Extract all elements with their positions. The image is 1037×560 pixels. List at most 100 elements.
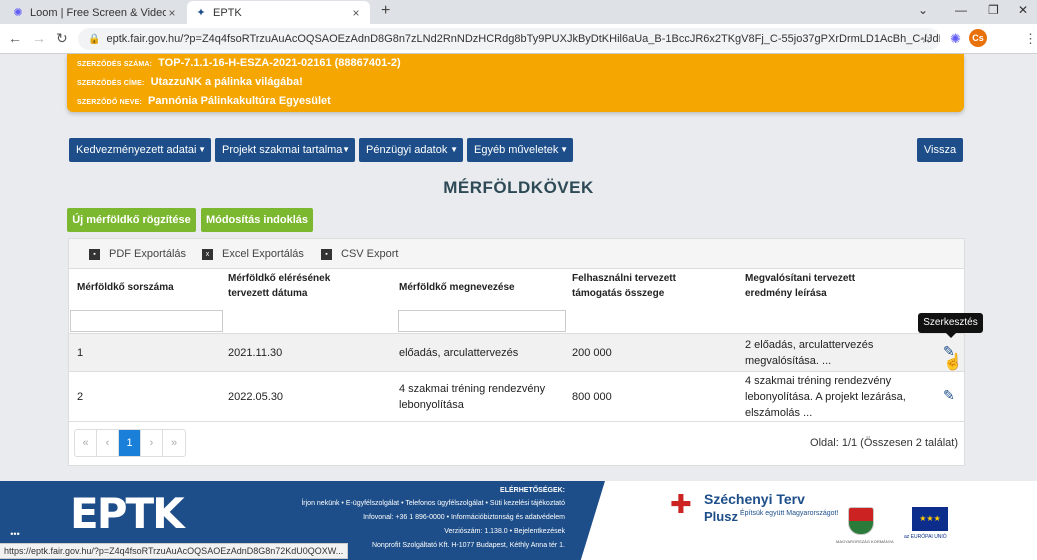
caret-down-icon: ▼: [560, 145, 568, 154]
status-url-bar: https://eptk.fair.gov.hu/?p=Z4q4fsoRTrzu…: [0, 543, 349, 559]
contact-links-1[interactable]: Írjon nekünk • E-ügyfélszolgálat • Telef…: [301, 500, 565, 507]
column-header-description[interactable]: Megvalósítani tervezett eredmény leírása: [745, 271, 895, 301]
excel-export-button[interactable]: x Excel Exportálás: [202, 248, 304, 260]
szechenyi-title: Széchenyi Terv: [704, 491, 805, 507]
column-header-date[interactable]: Mérföldkő elérésének tervezett dátuma: [228, 271, 358, 301]
column-header-number[interactable]: Mérföldkő sorszáma: [77, 280, 217, 295]
szechenyi-cross-icon: ✚: [670, 489, 692, 519]
contact-title: ELÉRHETŐSÉGEK:: [500, 487, 565, 494]
menu-dots-icon[interactable]: ⋮: [1024, 31, 1037, 47]
restore-icon[interactable]: ❐: [988, 3, 999, 17]
browser-toolbar: ← → ↻ 🔒 eptk.fair.gov.hu/?p=Z4q4fsoRTrzu…: [0, 24, 1037, 54]
milestones-table-panel: ▪ PDF Exportálás x Excel Exportálás ▪ CSV E…: [68, 238, 965, 466]
pdf-icon: ▪: [89, 248, 100, 260]
new-milestone-button[interactable]: Új mérföldkő rögzítése: [67, 208, 196, 232]
pdf-export-label: PDF Exportálás: [109, 248, 187, 260]
menu-project-content[interactable]: Projekt szakmai tartalma ▼: [215, 138, 355, 162]
prev-page-button[interactable]: ‹: [97, 430, 119, 456]
caret-down-icon: ▼: [342, 145, 350, 154]
justify-change-button[interactable]: Módosítás indoklás: [201, 208, 313, 232]
cell-date: 2021.11.30: [228, 347, 283, 359]
menu-other-actions[interactable]: Egyéb műveletek ▼: [467, 138, 573, 162]
contract-party: Pannónia Pálinkakultúra Egyesület: [148, 95, 331, 107]
menu-label: Egyéb műveletek: [474, 144, 559, 156]
csv-export-label: CSV Export: [341, 248, 399, 260]
szechenyi-plus: Plusz: [704, 509, 738, 524]
contact-links-2[interactable]: Infovonal: +36 1 896-0000 • Információbi…: [363, 514, 565, 521]
last-page-button[interactable]: »: [163, 430, 185, 456]
hungary-crest-icon: [848, 507, 874, 535]
tab-loom[interactable]: ✺ Loom | Free Screen & Video Reco ×: [4, 1, 186, 24]
cell-number: 2: [77, 391, 84, 403]
pdf-export-button[interactable]: ▪ PDF Exportálás: [89, 248, 186, 260]
loom-extension-icon[interactable]: ✺: [950, 31, 961, 47]
contact-links-3[interactable]: Verziószám: 1.138.0 • Bejelentkezések: [444, 528, 565, 535]
eu-flag-icon: ★★★: [912, 507, 948, 531]
cell-description: 2 előadás, arculattervezés megvalósítása…: [745, 339, 874, 367]
contract-header: SZERZŐDÉS SZÁMA: TOP-7.1.1-16-H-ESZA-202…: [67, 54, 964, 112]
contract-number: TOP-7.1.1-16-H-ESZA-2021-02161 (88867401…: [158, 57, 401, 69]
menu-label: Kedvezményezett adatai: [76, 144, 197, 156]
address-bar[interactable]: 🔒 eptk.fair.gov.hu/?p=Z4q4fsoRTrzuAuAcOQ…: [78, 28, 940, 50]
caret-down-icon: ▼: [198, 145, 206, 154]
first-page-button[interactable]: «: [75, 430, 97, 456]
menu-financial-data[interactable]: Pénzügyi adatok ▼: [359, 138, 463, 162]
lock-icon: 🔒: [88, 33, 101, 45]
company-address: Nonprofit Szolgáltató Kft. H-1077 Budape…: [371, 542, 565, 549]
eptk-logo: EPTK: [70, 489, 185, 538]
column-header-amount[interactable]: Felhasználni tervezett támogatás összege: [572, 271, 722, 301]
loom-icon: ✺: [13, 6, 23, 19]
table-row[interactable]: 1 2021.11.30 előadás, arculattervezés 20…: [69, 333, 964, 371]
column-header-name[interactable]: Mérföldkő megnevezése: [399, 280, 559, 295]
page-info: Oldal: 1/1 (Összesen 2 találat): [810, 437, 958, 449]
bookmark-star-icon[interactable]: ☆: [920, 31, 932, 47]
crest-label: MAGYARORSZÁG KORMÁNYA: [836, 539, 894, 544]
close-window-icon[interactable]: ✕: [1018, 3, 1028, 17]
back-icon[interactable]: ←: [8, 30, 22, 46]
pagination: « ‹ 1 › »: [74, 429, 186, 457]
filter-name-input[interactable]: [398, 310, 566, 332]
contract-number-label: SZERZŐDÉS SZÁMA:: [77, 61, 153, 68]
tab-label: Loom | Free Screen & Video Reco: [30, 6, 166, 19]
edit-tooltip: Szerkesztés: [918, 313, 983, 338]
close-icon[interactable]: ×: [166, 6, 178, 20]
filter-number-input[interactable]: [70, 310, 223, 332]
forward-icon[interactable]: →: [32, 30, 46, 46]
avatar[interactable]: Cs: [969, 29, 987, 47]
new-tab-button[interactable]: +: [381, 2, 390, 20]
url-text: eptk.fair.gov.hu/?p=Z4q4fsoRTrzuAuAcOQSA…: [106, 33, 940, 45]
excel-export-label: Excel Exportálás: [222, 248, 304, 260]
reload-icon[interactable]: ↻: [56, 30, 68, 47]
edit-pencil-icon[interactable]: ✎: [943, 387, 955, 404]
table-row[interactable]: 2 2022.05.30 4 szakmai tréning rendezvén…: [69, 371, 964, 422]
cell-name: előadás, arculattervezés: [399, 347, 519, 359]
close-icon[interactable]: ×: [350, 6, 362, 20]
hand-cursor-icon: ☝: [943, 354, 963, 371]
csv-icon: ▪: [321, 248, 332, 260]
page-1-button[interactable]: 1: [119, 430, 141, 456]
tab-eptk[interactable]: ✦ EPTK ×: [187, 1, 370, 24]
menu-beneficiary-data[interactable]: Kedvezményezett adatai ▼: [69, 138, 211, 162]
cell-amount: 800 000: [572, 391, 612, 403]
cell-amount: 200 000: [572, 347, 612, 359]
eu-label: az EURÓPAI UNIÓ: [904, 534, 947, 540]
contract-title-label: SZERZŐDÉS CÍME:: [77, 80, 145, 87]
export-toolbar: ▪ PDF Exportálás x Excel Exportálás ▪ CSV E…: [69, 239, 964, 269]
contract-party-label: SZERZŐDŐ NEVE:: [77, 99, 143, 106]
tab-search-icon[interactable]: ⌄: [918, 3, 928, 17]
chat-icon[interactable]: •••: [6, 526, 24, 544]
cell-number: 1: [77, 347, 84, 359]
browser-tab-bar: ✺ Loom | Free Screen & Video Reco × ✦ EP…: [0, 0, 1037, 24]
menu-label: Pénzügyi adatok: [366, 144, 448, 156]
tab-label: EPTK: [213, 6, 242, 19]
next-page-button[interactable]: ›: [141, 430, 163, 456]
cell-description: 4 szakmai tréning rendezvény lebonyolítá…: [745, 375, 906, 419]
minimize-icon[interactable]: —: [955, 3, 967, 17]
page-title: MÉRFÖLDKÖVEK: [443, 178, 594, 197]
cell-date: 2022.05.30: [228, 391, 284, 403]
excel-icon: x: [202, 248, 213, 260]
csv-export-button[interactable]: ▪ CSV Export: [321, 248, 398, 260]
back-button[interactable]: Vissza: [917, 138, 963, 162]
eptk-icon: ✦: [196, 6, 206, 19]
cell-name: 4 szakmai tréning rendezvény lebonyolítá…: [399, 383, 546, 411]
